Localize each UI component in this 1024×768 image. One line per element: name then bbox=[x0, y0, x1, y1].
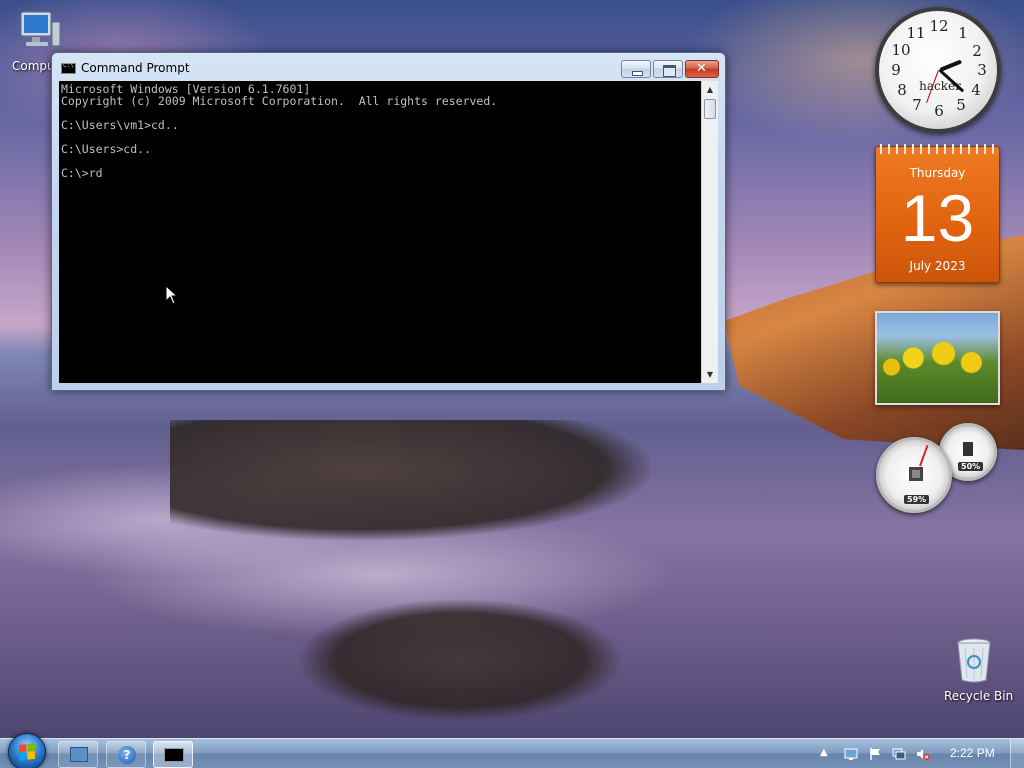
scroll-thumb[interactable] bbox=[704, 99, 716, 119]
show-desktop-button[interactable] bbox=[1010, 739, 1024, 768]
recycle-bin-icon bbox=[957, 638, 991, 683]
taskbar-item-ie[interactable] bbox=[58, 741, 98, 768]
calendar-gadget[interactable]: Thursday 13 July 2023 bbox=[875, 144, 1000, 283]
taskbar-item-help[interactable]: ? bbox=[106, 741, 146, 768]
tray-volume-muted-icon[interactable] bbox=[916, 747, 930, 761]
minimize-button[interactable] bbox=[621, 60, 651, 78]
cpu-chip-icon bbox=[909, 467, 923, 481]
clock-number: 6 bbox=[934, 102, 944, 120]
desktop-icon-label: Recycle Bin bbox=[944, 689, 1014, 703]
cmd-icon bbox=[164, 748, 184, 762]
desktop-icon-label: Compu bbox=[12, 59, 55, 73]
clock-number: 10 bbox=[891, 41, 911, 59]
tray-display-icon[interactable] bbox=[892, 747, 906, 761]
scroll-up-arrow-icon[interactable]: ▲ bbox=[702, 81, 718, 98]
calendar-rings bbox=[880, 144, 998, 154]
calendar-weekday: Thursday bbox=[909, 166, 966, 180]
maximize-button[interactable] bbox=[653, 60, 683, 78]
taskbar: ? ▲ 2:22 PM bbox=[0, 733, 1024, 768]
close-button[interactable] bbox=[685, 60, 719, 78]
clock-number: 1 bbox=[958, 24, 968, 42]
console-output[interactable]: Microsoft Windows [Version 6.1.7601] Cop… bbox=[59, 81, 701, 383]
clock-number: 2 bbox=[972, 42, 982, 60]
memory-value: 50% bbox=[958, 462, 984, 471]
calendar-date: 13 bbox=[900, 181, 975, 255]
show-hidden-icons-arrow-icon[interactable]: ▲ bbox=[820, 747, 828, 758]
calendar-month-year: July 2023 bbox=[909, 259, 966, 273]
clock-number: 3 bbox=[977, 61, 987, 79]
wallpaper-rocks-lower bbox=[300, 600, 620, 720]
window-title: Command Prompt bbox=[81, 61, 190, 75]
memory-chip-icon bbox=[963, 442, 973, 456]
clock-number: 5 bbox=[956, 96, 966, 114]
cpu-value: 59% bbox=[904, 495, 930, 504]
console-input-line[interactable]: C:\>rd bbox=[61, 167, 699, 179]
vertical-scrollbar[interactable]: ▲ ▼ bbox=[701, 81, 718, 383]
slideshow-gadget[interactable] bbox=[875, 311, 1000, 405]
tray-network-icon[interactable] bbox=[844, 747, 858, 761]
clock-number: 12 bbox=[929, 17, 949, 35]
taskbar-item-command-prompt[interactable] bbox=[153, 741, 193, 768]
computer-icon bbox=[20, 11, 61, 47]
start-button[interactable] bbox=[8, 733, 46, 768]
clock-number: 9 bbox=[891, 61, 901, 79]
console-line: C:\Users>cd.. bbox=[61, 142, 152, 156]
windows-logo-icon bbox=[19, 743, 35, 761]
cpu-meter: 59% bbox=[876, 437, 952, 513]
cmd-app-icon bbox=[61, 62, 76, 74]
clock-time[interactable]: 2:22 PM bbox=[950, 746, 995, 760]
window-titlebar[interactable]: Command Prompt bbox=[52, 53, 725, 83]
tray-action-center-flag-icon[interactable] bbox=[868, 747, 882, 761]
clock-number: 8 bbox=[897, 81, 907, 99]
command-prompt-window[interactable]: Command Prompt Microsoft Windows [Versio… bbox=[51, 52, 726, 391]
console-line: Copyright (c) 2009 Microsoft Corporation… bbox=[61, 94, 498, 108]
clock-gadget[interactable]: 12 1 2 3 4 5 6 7 8 9 10 11 hacker bbox=[875, 7, 1001, 133]
ie-icon bbox=[70, 747, 88, 762]
help-icon: ? bbox=[118, 746, 136, 764]
scroll-down-arrow-icon[interactable]: ▼ bbox=[702, 366, 718, 383]
wallpaper-rocks bbox=[170, 420, 650, 540]
mouse-cursor-icon bbox=[165, 285, 179, 305]
clock-number: 11 bbox=[906, 24, 926, 42]
console-line: C:\Users\vm1>cd.. bbox=[61, 118, 179, 132]
